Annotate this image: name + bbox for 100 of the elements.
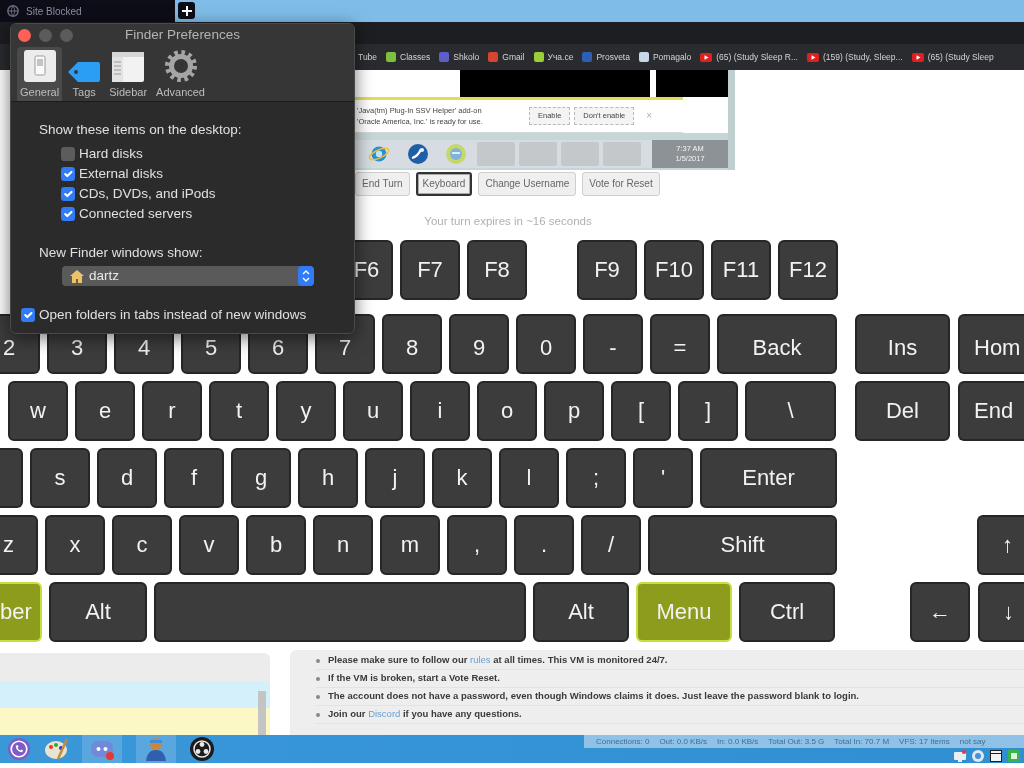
keyboard-key[interactable]: g — [231, 448, 291, 508]
keyboard-key[interactable]: d — [97, 448, 157, 508]
keyboard-key[interactable]: s — [30, 448, 90, 508]
toolbar-tab[interactable]: Sidebar — [106, 47, 151, 101]
keyboard-key[interactable]: o — [477, 381, 537, 441]
keyboard-key[interactable]: t — [209, 381, 269, 441]
keyboard-key[interactable]: . — [514, 515, 574, 575]
keyboard-key[interactable]: m — [380, 515, 440, 575]
keyboard-key[interactable]: Shift — [648, 515, 837, 575]
keyboard-key[interactable]: \ — [745, 381, 836, 441]
keyboard-key[interactable]: Hom — [958, 314, 1024, 374]
disc-icon[interactable] — [972, 749, 984, 762]
keyboard-key[interactable]: , — [447, 515, 507, 575]
action-button[interactable]: Change Username — [478, 172, 577, 196]
keyboard-key[interactable]: 0 — [516, 314, 576, 374]
keyboard-key[interactable]: x — [45, 515, 105, 575]
chevrons-icon[interactable] — [298, 266, 314, 286]
keyboard-key[interactable]: i — [410, 381, 470, 441]
bookmark-link[interactable]: Classes — [386, 50, 431, 64]
keyboard-key[interactable]: Ctrl — [739, 582, 835, 642]
keyboard-key[interactable]: r — [142, 381, 202, 441]
keyboard-key[interactable]: k — [432, 448, 492, 508]
keyboard-key[interactable]: h — [298, 448, 358, 508]
keyboard-key[interactable]: F12 — [778, 240, 838, 300]
monitor-icon[interactable] — [954, 749, 966, 762]
keyboard-key[interactable]: 9 — [449, 314, 509, 374]
ring-disc-icon[interactable] — [446, 144, 466, 164]
keyboard-key[interactable]: f — [164, 448, 224, 508]
bookmark-link[interactable]: (65) (Study Sleep R... — [700, 50, 798, 64]
bookmark-link[interactable]: Gmail — [488, 50, 525, 64]
keyboard-key[interactable]: n — [313, 515, 373, 575]
action-button[interactable]: Vote for Reset — [582, 172, 660, 196]
keyboard-key[interactable]: ← — [910, 582, 970, 642]
checkbox[interactable] — [61, 167, 75, 181]
bookmark-link[interactable]: Уча.се — [533, 50, 574, 64]
keyboard-key[interactable]: - — [583, 314, 643, 374]
action-button[interactable]: End Turn — [355, 172, 410, 196]
keyboard-key[interactable]: p — [544, 381, 604, 441]
keyboard-key[interactable]: = — [650, 314, 710, 374]
bookmark-link[interactable]: Tube — [358, 50, 378, 64]
toolbar-tab[interactable]: Advanced — [153, 47, 208, 101]
checkbox-label[interactable]: Hard disks — [79, 146, 143, 162]
keyboard-key[interactable]: v — [179, 515, 239, 575]
orb-icon[interactable] — [408, 144, 428, 164]
browser-tab[interactable]: Site Blocked — [0, 0, 175, 22]
keyboard-key[interactable]: F9 — [577, 240, 637, 300]
palette-icon[interactable] — [44, 737, 68, 761]
keyboard-key[interactable]: F11 — [711, 240, 771, 300]
window-icon[interactable] — [990, 749, 1002, 762]
toolbar-tab[interactable]: Tags — [65, 47, 104, 101]
keyboard-key[interactable]: b — [246, 515, 306, 575]
checkbox[interactable] — [61, 147, 75, 161]
aperture-icon[interactable] — [190, 737, 214, 761]
keyboard-key[interactable]: [ — [611, 381, 671, 441]
bookmark-link[interactable]: Pomagalo — [638, 50, 692, 64]
keyboard-key[interactable]: / — [581, 515, 641, 575]
close-icon[interactable] — [18, 28, 31, 42]
keyboard-key[interactable]: Back — [717, 314, 837, 374]
keyboard-key[interactable]: z — [0, 515, 38, 575]
phone-bubble-icon[interactable] — [8, 738, 30, 760]
keyboard-key[interactable]: Del — [855, 381, 950, 441]
keyboard-key[interactable]: e — [75, 381, 135, 441]
keyboard-key[interactable]: j — [365, 448, 425, 508]
checkbox-label[interactable]: External disks — [79, 166, 164, 182]
dropdown[interactable]: dartz — [62, 266, 314, 286]
scrollbar[interactable] — [258, 691, 266, 735]
minimize-icon[interactable] — [39, 28, 52, 42]
bookmark-link[interactable]: Prosveta — [582, 50, 630, 64]
keyboard-key[interactable]: y — [276, 381, 336, 441]
keyboard-key[interactable]: Ins — [855, 314, 950, 374]
bubble-face-icon[interactable] — [82, 735, 122, 763]
keyboard-key[interactable]: Enter — [700, 448, 837, 508]
checkbox-label[interactable]: Connected servers — [79, 206, 193, 222]
keyboard-key[interactable]: F7 — [400, 240, 460, 300]
action-button[interactable]: Keyboard — [415, 172, 473, 196]
checkbox[interactable] — [21, 308, 35, 322]
checkbox[interactable] — [61, 207, 75, 221]
keyboard-key[interactable]: l — [499, 448, 559, 508]
keyboard-key[interactable]: w — [8, 381, 68, 441]
keyboard-key[interactable]: Alt — [533, 582, 629, 642]
toolbar-tab[interactable]: General — [17, 47, 63, 101]
keyboard-key[interactable]: F10 — [644, 240, 704, 300]
bookmark-link[interactable]: (65) (Study Sleep — [911, 50, 994, 64]
keyboard-key[interactable]: F8 — [467, 240, 527, 300]
app-tile-icon[interactable] — [1008, 749, 1020, 762]
keyboard-key[interactable]: End — [958, 381, 1024, 441]
keyboard-key[interactable]: ↓ — [978, 582, 1024, 642]
new-tab-button[interactable] — [178, 2, 195, 19]
keyboard-key[interactable]: u — [343, 381, 403, 441]
bookmark-link[interactable]: Shkolo — [439, 50, 480, 64]
keyboard-key[interactable]: ' — [633, 448, 693, 508]
checkbox-label[interactable]: CDs, DVDs, and iPods — [79, 186, 216, 202]
keyboard-key[interactable]: Alt — [49, 582, 147, 642]
keyboard-key[interactable]: ] — [678, 381, 738, 441]
keyboard-key[interactable]: ; — [566, 448, 626, 508]
keyboard-key[interactable]: ↑ — [977, 515, 1024, 575]
character-icon[interactable] — [136, 735, 176, 763]
checkbox[interactable] — [61, 187, 75, 201]
bookmark-link[interactable]: (159) (Study, Sleep... — [806, 50, 903, 64]
keyboard-key[interactable]: 8 — [382, 314, 442, 374]
